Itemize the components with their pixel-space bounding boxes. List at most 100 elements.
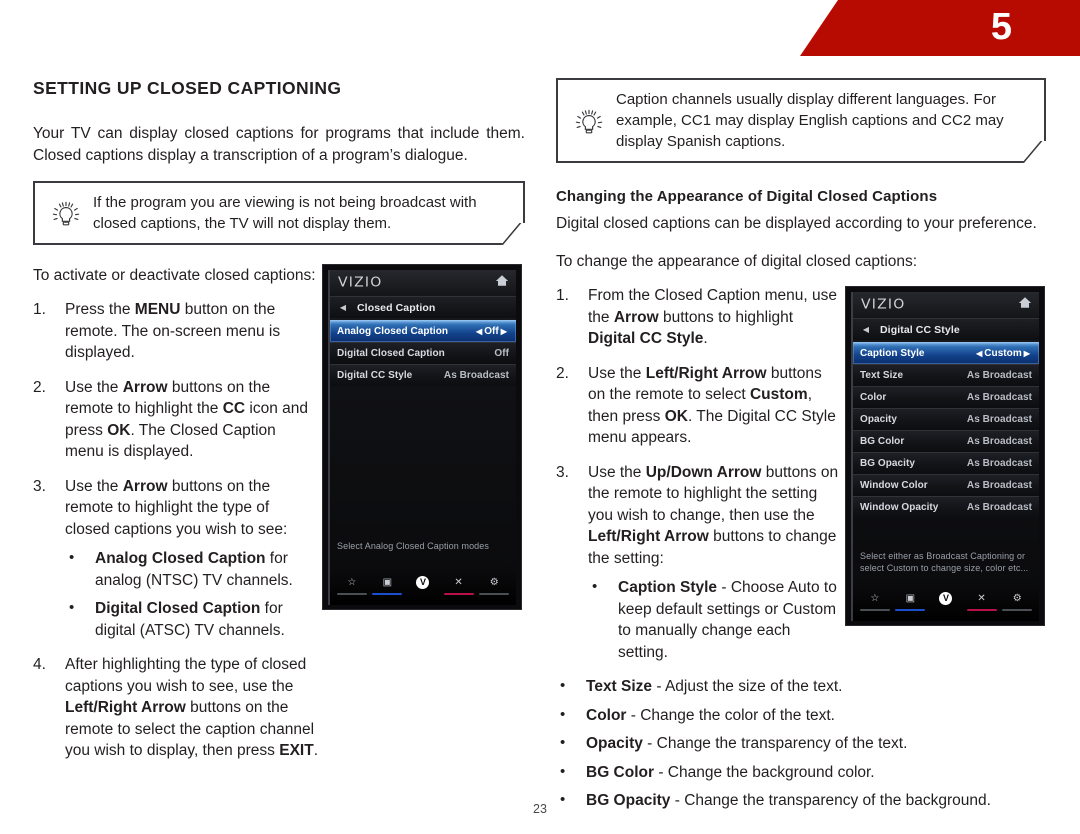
step-item: 4. After highlighting the type of closed … — [33, 654, 318, 762]
steps-list-right: 1. From the Closed Caption menu, use the … — [556, 285, 841, 663]
close-x-icon-button[interactable]: ✕ — [443, 576, 475, 595]
page-number: 23 — [533, 802, 547, 816]
bullet-dot-icon: • — [69, 549, 75, 566]
tv-menu-row-value: As Broadcast — [966, 458, 1032, 469]
tip-text-left: If the program you are viewing is not be… — [93, 194, 477, 232]
tv-menu-row[interactable]: Window Color As Broadcast — [853, 474, 1039, 496]
right-arrow-icon[interactable]: ▶ — [499, 327, 509, 336]
picture-icon: ▣ — [905, 593, 916, 604]
tv-menu-row[interactable]: BG Opacity As Broadcast — [853, 452, 1039, 474]
settings-bullets-list: • Text Size - Adjust the size of the text… — [556, 676, 1026, 812]
step-text: Use the Left/Right Arrow buttons on the … — [588, 364, 836, 447]
tv-menu-row[interactable]: Color As Broadcast — [853, 386, 1039, 408]
step-text: From the Closed Caption menu, use the Ar… — [588, 287, 837, 347]
chapter-header-banner: 5 — [0, 0, 1080, 56]
tv-menu-row[interactable]: BG Color As Broadcast — [853, 430, 1039, 452]
picture-icon-button[interactable]: ▣ — [894, 592, 926, 611]
intro-paragraph: Your TV can display closed captions for … — [33, 125, 525, 164]
home-icon[interactable] — [1018, 296, 1032, 314]
tv-menu-rows: Caption Style ◀ Custom ▶ Text Size As Broadca… — [853, 342, 1039, 518]
bullet-dot-icon: • — [560, 705, 566, 723]
picture-icon: ▣ — [382, 577, 393, 588]
tv-menu-row-value: As Broadcast — [966, 392, 1032, 403]
tv-menu-row[interactable]: Opacity As Broadcast — [853, 408, 1039, 430]
tv-menu-row[interactable]: Analog Closed Caption ◀ Off ▶ — [330, 320, 516, 342]
left-arrow-icon[interactable]: ◀ — [974, 349, 984, 358]
icon-underline — [443, 592, 474, 595]
bullet-text: BG Color - Change the background color. — [586, 763, 875, 781]
tv-menu-row[interactable]: Digital CC Style As Broadcast — [330, 364, 516, 386]
tv-menu-row-label: Window Color — [860, 480, 928, 491]
star-icon: ☆ — [347, 577, 357, 588]
tv-menu-row-value: As Broadcast — [966, 502, 1032, 513]
settings-gear-icon-button[interactable]: ⚙ — [1001, 592, 1033, 611]
tv-menu-row-label: Text Size — [860, 370, 904, 381]
lightbulb-icon — [566, 102, 612, 140]
step-text: After highlighting the type of closed ca… — [65, 656, 319, 759]
star-icon-button[interactable]: ☆ — [859, 592, 891, 611]
vizio-v-icon-button[interactable]: V — [930, 592, 962, 611]
lead-in-left: To activate or deactivate closed caption… — [33, 267, 316, 284]
home-icon[interactable] — [495, 274, 509, 292]
right-arrow-icon[interactable]: ▶ — [1022, 349, 1032, 358]
step-item: 1. From the Closed Caption menu, use the … — [556, 285, 841, 350]
icon-underline — [931, 609, 961, 611]
tv-menu-row[interactable]: Caption Style ◀ Custom ▶ — [853, 342, 1039, 364]
tv-menu-row-value: ◀ Off ▶ — [474, 326, 509, 337]
tip-text-right: Caption channels usually display differe… — [616, 91, 1004, 150]
bullet-text: Digital Closed Caption for digital (ATSC… — [95, 600, 285, 639]
tv-menu-row-value: ◀ Custom ▶ — [974, 348, 1032, 359]
bullet-dot-icon: • — [69, 599, 75, 616]
tv-menu-row-label: Color — [860, 392, 887, 403]
tv-menu-row-label: BG Color — [860, 436, 905, 447]
settings-gear-icon: ⚙ — [489, 577, 499, 588]
settings-gear-icon: ⚙ — [1012, 593, 1022, 604]
step-item: 2. Use the Left/Right Arrow buttons on th… — [556, 363, 841, 449]
tv-menu-row-value: Off — [494, 348, 509, 359]
tv-menu-row-label: Analog Closed Caption — [337, 326, 449, 337]
icon-underline — [479, 592, 510, 595]
close-x-icon: ✕ — [454, 577, 463, 588]
tv-menu-row-label: Opacity — [860, 414, 898, 425]
icon-underline — [895, 608, 926, 611]
tv-menu-row[interactable]: Digital Closed Caption Off — [330, 342, 516, 364]
picture-icon-button[interactable]: ▣ — [371, 576, 403, 595]
page-title: SETTING UP CLOSED CAPTIONING — [33, 78, 342, 98]
tv-menu-row[interactable]: Text Size As Broadcast — [853, 364, 1039, 386]
back-arrow-icon[interactable]: ◀ — [336, 303, 350, 312]
tv-brand-bar: VIZIO — [853, 292, 1039, 318]
step-number: 1. — [556, 287, 569, 304]
step-item: 3. Use the Arrow buttons on the remote to… — [33, 476, 318, 642]
step-number: 2. — [33, 378, 46, 396]
tv-menu-title-bar: ◀ Digital CC Style — [853, 318, 1039, 340]
bullet-text: Analog Closed Caption for analog (NTSC) … — [95, 550, 293, 589]
lead-in-right: To change the appearance of digital clos… — [556, 253, 918, 270]
vizio-v-icon-button[interactable]: V — [407, 576, 439, 595]
chapter-number: 5 — [990, 6, 1012, 48]
icon-underline — [408, 593, 438, 595]
close-x-icon-button[interactable]: ✕ — [966, 592, 998, 611]
bullet-item: • Digital Closed Caption for digital (ATS… — [65, 598, 318, 641]
star-icon-button[interactable]: ☆ — [336, 576, 368, 595]
banner-shape — [800, 0, 1080, 56]
right-paragraph: Digital closed captions can be displayed… — [556, 215, 1037, 232]
step-text: Use the Up/Down Arrow buttons on the rem… — [588, 463, 839, 567]
step-text: Press the MENU button on the remote. The… — [65, 301, 281, 361]
step-number: 3. — [33, 477, 46, 495]
icon-underline — [966, 608, 997, 611]
left-arrow-icon[interactable]: ◀ — [474, 327, 484, 336]
vizio-v-icon: V — [939, 592, 953, 606]
tip-box-right: Caption channels usually display differe… — [556, 78, 1065, 163]
step-bullets: • Analog Closed Caption for analog (NTSC)… — [65, 548, 318, 641]
step-text: Use the Arrow buttons on the remote to h… — [65, 477, 288, 538]
tv-menu-row[interactable]: Window Opacity As Broadcast — [853, 496, 1039, 518]
tv-menu-row-label: Caption Style — [860, 348, 925, 359]
tv-menu-row-value: As Broadcast — [966, 480, 1032, 491]
vizio-logo: VIZIO — [338, 275, 383, 291]
settings-gear-icon-button[interactable]: ⚙ — [478, 576, 510, 595]
back-arrow-icon[interactable]: ◀ — [859, 325, 873, 334]
star-icon: ☆ — [870, 593, 880, 604]
step-number: 2. — [556, 364, 569, 382]
step-number: 4. — [33, 656, 46, 673]
steps-list-left: 1. Press the MENU button on the remote. T… — [33, 299, 318, 762]
